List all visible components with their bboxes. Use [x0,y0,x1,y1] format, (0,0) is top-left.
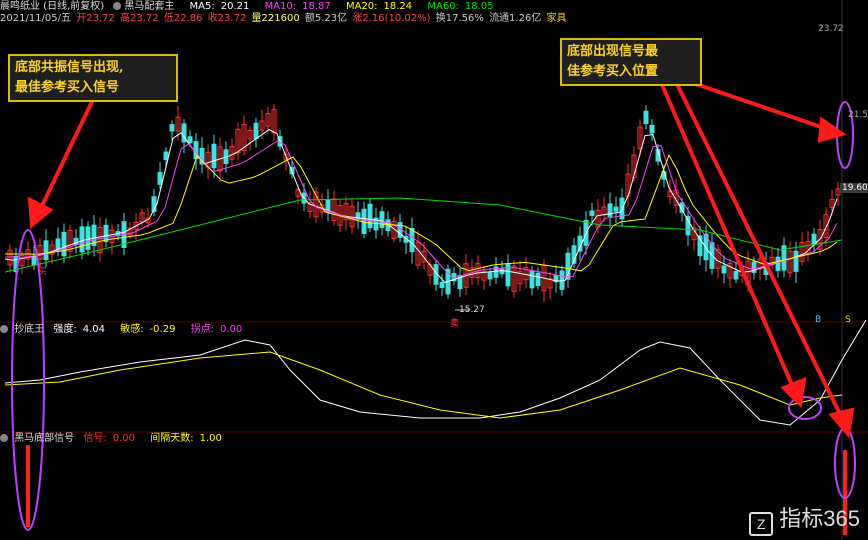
candle [79,226,85,253]
candle [487,272,493,280]
candle [499,268,505,275]
b-tag: B [815,315,822,325]
sector[interactable]: 家具 [547,13,567,24]
open: 开23.72 [76,13,115,24]
ma60: MA60: 18.05 [427,1,494,12]
candle [31,256,37,266]
ma5: MA5: 20.21 [189,1,250,12]
price-label-top: 23.72 [818,24,844,34]
arrow-right-top [689,80,831,132]
high: 高23.72 [120,13,159,24]
ma20: MA20: 18.24 [345,1,413,12]
candle [613,206,619,212]
candle [409,227,415,253]
candle [85,226,91,250]
indicator3-header: 黑马底部信号 信号: 0.00 间隔天数: 1.00 [0,433,234,445]
candle [187,136,193,144]
header-row2: 2021/11/05/五 开23.72 高23.72 低22.86 收23.72… [0,13,573,25]
indicator3-v1: 信号: 0.00 [83,433,136,444]
indicator2-v1: 强度: 4.04 [53,324,106,335]
candle [103,224,109,243]
indicator2-v3: 拐点: 0.00 [190,324,243,335]
logo-text: 指标365 [779,506,860,531]
amount: 额5.23亿 [304,13,348,24]
change: 涨2.16(10.02%) [352,13,431,24]
price-label-mid2: 19.60 [842,183,868,193]
indicator2-dot-icon [0,325,8,333]
title: 晨鸣纸业 (日线,前复权) [0,1,105,12]
arrow-left [38,84,102,211]
buy-tag: 买 [38,267,48,277]
annotation-left: 底部共振信号出现, 最佳参考买入信号 [8,54,178,102]
candle [775,256,781,271]
s-tag: S [845,315,851,325]
candle [589,210,595,216]
indicator2-v2: 敏感: -0.29 [120,324,176,335]
indicator2-header: 抄底王 强度: 4.04 敏感: -0.29 拐点: 0.00 [0,324,254,336]
signal-bars [26,445,847,535]
candle [565,252,571,280]
candle [157,172,163,185]
candle [685,215,691,236]
candle [169,124,175,132]
indicator-dot-icon [113,2,122,10]
date: 2021/11/05/五 [0,13,72,24]
candle [61,231,67,257]
candle [379,211,385,229]
candle [733,270,739,280]
brand-logo: Z 指标365 [749,501,860,536]
candle [535,272,541,287]
indicator2-name[interactable]: 抄底王 [14,324,44,335]
logo-icon: Z [749,512,774,536]
candle [253,122,259,140]
candle [163,151,169,161]
header-row1: 晨鸣纸业 (日线,前复权) 黑马配套主 MA5: 20.21 MA10: 18.87… [0,1,506,13]
candle [211,143,217,169]
ma10: MA10: 18.87 [264,1,331,12]
oscillator-sensitive-line [4,351,843,419]
candle [649,124,655,134]
indicator-name[interactable]: 黑马配套主 [124,1,174,12]
sell-tag: 卖 [450,319,460,329]
annotation-right: 底部出现信号最 佳参考买入位置 [560,38,702,86]
price-label-mid1: 21.56 [848,110,868,120]
candle [643,110,649,125]
float: 流通1.26亿 [489,13,542,24]
indicator3-name[interactable]: 黑马底部信号 [14,433,74,444]
candle [367,203,373,229]
low-price-label: 15.27 [459,305,485,315]
candle [529,270,535,289]
indicator3-v2: 间隔天数: 1.00 [150,433,222,444]
turnover: 换17.56% [435,13,484,24]
low: 低22.86 [163,13,203,24]
close: 收23.72 [207,13,247,24]
candle [721,265,727,274]
candle [43,240,49,261]
signal-bar [26,445,30,527]
indicator3-dot-icon [0,434,8,442]
candle [793,250,799,272]
candle [439,281,445,289]
volume: 量221600 [251,13,300,24]
candle [607,203,613,217]
arrow-right-mid [658,79,797,393]
